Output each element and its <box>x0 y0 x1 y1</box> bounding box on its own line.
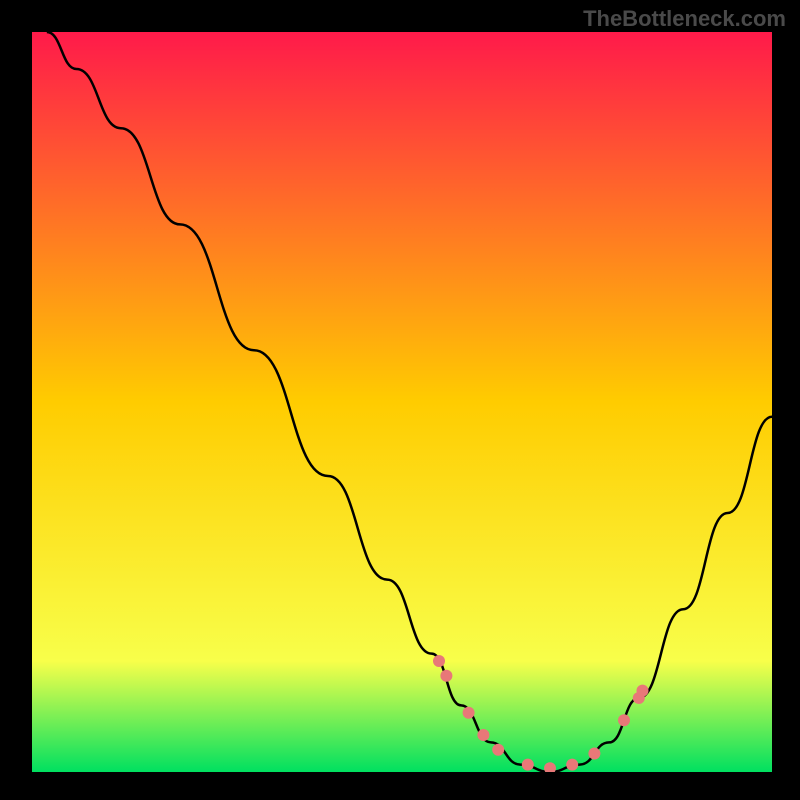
data-marker <box>433 655 445 667</box>
data-marker <box>566 759 578 771</box>
data-marker <box>477 729 489 741</box>
data-marker <box>637 685 649 697</box>
chart-svg <box>32 32 772 772</box>
data-marker <box>522 759 534 771</box>
data-marker <box>440 670 452 682</box>
data-marker <box>492 744 504 756</box>
watermark-text: TheBottleneck.com <box>583 6 786 32</box>
data-marker <box>588 748 600 760</box>
chart-container: TheBottleneck.com <box>0 0 800 800</box>
data-marker <box>618 714 630 726</box>
plot-area <box>32 32 772 772</box>
data-marker <box>463 707 475 719</box>
